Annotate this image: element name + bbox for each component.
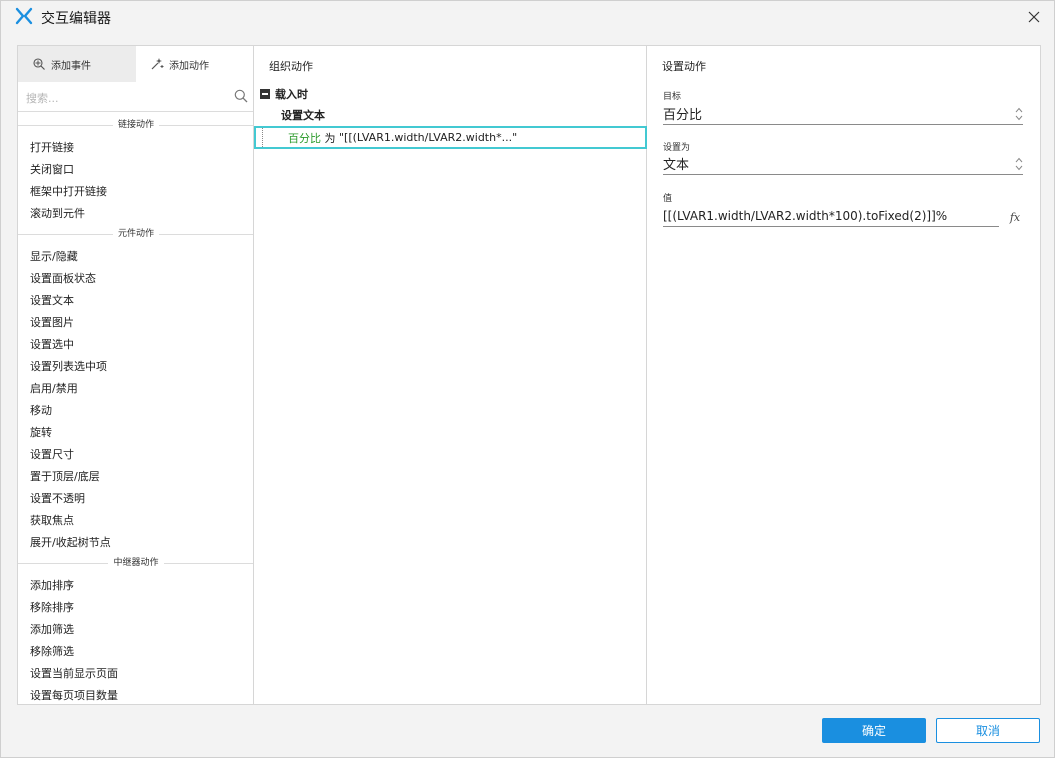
add-event-icon	[33, 58, 45, 70]
action-item-enable-disable[interactable]: 启用/禁用	[18, 378, 253, 400]
tab-add-action-label: 添加动作	[169, 60, 209, 72]
action-item-focus[interactable]: 获取焦点	[18, 510, 253, 532]
event-label: 载入时	[275, 88, 308, 101]
action-item-set-text[interactable]: 设置文本	[18, 290, 253, 312]
action-item-open-link-in-frame[interactable]: 框架中打开链接	[18, 181, 253, 203]
fx-icon: fx	[1009, 210, 1021, 224]
action-item-remove-filter[interactable]: 移除筛选	[18, 641, 253, 663]
value-label: 值	[663, 194, 673, 204]
updown-chevron-icon	[1015, 107, 1023, 121]
detail-target: 百分比	[288, 131, 321, 145]
window-title: 交互编辑器	[41, 11, 111, 27]
category-label: 元件动作	[112, 229, 159, 239]
axure-logo-icon	[15, 7, 33, 25]
action-item-open-link[interactable]: 打开链接	[18, 137, 253, 159]
target-value: 百分比	[663, 108, 703, 123]
organize-actions-header: 组织动作	[269, 60, 313, 73]
tree-action-detail-selected[interactable]: 百分比 为 "[[(LVAR1.width/LVAR2.width*..."	[254, 126, 647, 149]
set-as-select[interactable]: 文本	[663, 153, 1023, 175]
action-item-set-opacity[interactable]: 设置不透明	[18, 488, 253, 510]
action-item-move[interactable]: 移动	[18, 400, 253, 422]
tree-event-on-load[interactable]: 载入时	[254, 84, 647, 104]
detail-connector: 为	[321, 131, 339, 145]
tab-add-event-label: 添加事件	[51, 60, 91, 72]
updown-chevron-icon	[1015, 157, 1023, 171]
action-item-set-size[interactable]: 设置尺寸	[18, 444, 253, 466]
action-item-scroll-to-widget[interactable]: 滚动到元件	[18, 203, 253, 225]
detail-value-preview: "[[(LVAR1.width/LVAR2.width*..."	[339, 131, 518, 144]
search-bar	[18, 84, 253, 112]
action-item-set-panel-state[interactable]: 设置面板状态	[18, 268, 253, 290]
action-item-add-filter[interactable]: 添加筛选	[18, 619, 253, 641]
interaction-tree: 载入时 设置文本 百分比 为 "[[(LVAR1.width/LVAR2.wid…	[254, 84, 647, 149]
category-label: 链接动作	[112, 120, 159, 130]
library-tabs: 添加事件 添加动作	[18, 46, 253, 82]
ok-button[interactable]: 确定	[822, 718, 926, 743]
action-label: 设置文本	[281, 109, 325, 122]
search-icon[interactable]	[234, 89, 248, 103]
category-widget-actions: 元件动作	[18, 226, 253, 242]
action-item-set-current-page[interactable]: 设置当前显示页面	[18, 663, 253, 685]
fx-function-button[interactable]: fx	[1007, 209, 1023, 225]
action-item-set-list-selected[interactable]: 设置列表选中项	[18, 356, 253, 378]
search-input[interactable]	[26, 88, 226, 108]
title-bar: 交互编辑器	[1, 1, 1054, 33]
value-text: [[(LVAR1.width/LVAR2.width*100).toFixed(…	[663, 208, 948, 223]
configure-action-panel: 设置动作 目标 百分比 设置为 文本 值 [[(LVAR1.width/LVAR	[647, 46, 1040, 704]
category-label: 中继器动作	[108, 558, 164, 568]
action-item-bring-to-front-back[interactable]: 置于顶层/底层	[18, 466, 253, 488]
organize-actions-panel: 组织动作 载入时 设置文本 百分比 为 "[[(LVAR1.width/LVAR…	[254, 46, 647, 704]
close-button[interactable]	[1022, 5, 1046, 29]
target-label: 目标	[663, 92, 682, 102]
editor-panels: 添加事件 添加动作 链接动作	[17, 45, 1041, 705]
cancel-button[interactable]: 取消	[936, 718, 1040, 743]
category-repeater-actions: 中继器动作	[18, 555, 253, 571]
action-item-add-sort[interactable]: 添加排序	[18, 575, 253, 597]
tab-add-action[interactable]: 添加动作	[136, 46, 253, 82]
action-item-close-window[interactable]: 关闭窗口	[18, 159, 253, 181]
collapse-icon[interactable]	[260, 89, 270, 99]
action-item-show-hide[interactable]: 显示/隐藏	[18, 246, 253, 268]
add-action-icon	[151, 58, 164, 70]
category-link-actions: 链接动作	[18, 117, 253, 133]
action-item-set-selected[interactable]: 设置选中	[18, 334, 253, 356]
actions-library-panel: 添加事件 添加动作 链接动作	[18, 46, 254, 704]
action-item-set-image[interactable]: 设置图片	[18, 312, 253, 334]
action-item-rotate[interactable]: 旋转	[18, 422, 253, 444]
target-select[interactable]: 百分比	[663, 103, 1023, 125]
interaction-editor-window: 交互编辑器 添加事件 添加动作 搜索... 链接动作 打开链接 关闭窗口 框架中…	[0, 0, 1055, 758]
action-item-set-items-per-page[interactable]: 设置每页项目数量	[18, 685, 253, 704]
value-input[interactable]: [[(LVAR1.width/LVAR2.width*100).toFixed(…	[663, 205, 999, 227]
configure-action-header: 设置动作	[662, 60, 706, 73]
action-item-expand-collapse-tree[interactable]: 展开/收起树节点	[18, 532, 253, 554]
set-as-value: 文本	[663, 158, 690, 173]
close-icon	[1028, 11, 1040, 23]
action-item-remove-sort[interactable]: 移除排序	[18, 597, 253, 619]
tree-action-set-text[interactable]: 设置文本	[254, 104, 647, 126]
action-list: 链接动作 打开链接 关闭窗口 框架中打开链接 滚动到元件 元件动作 显示/隐藏 …	[18, 116, 253, 704]
tab-add-event[interactable]: 添加事件	[18, 46, 136, 82]
set-as-label: 设置为	[663, 143, 691, 153]
